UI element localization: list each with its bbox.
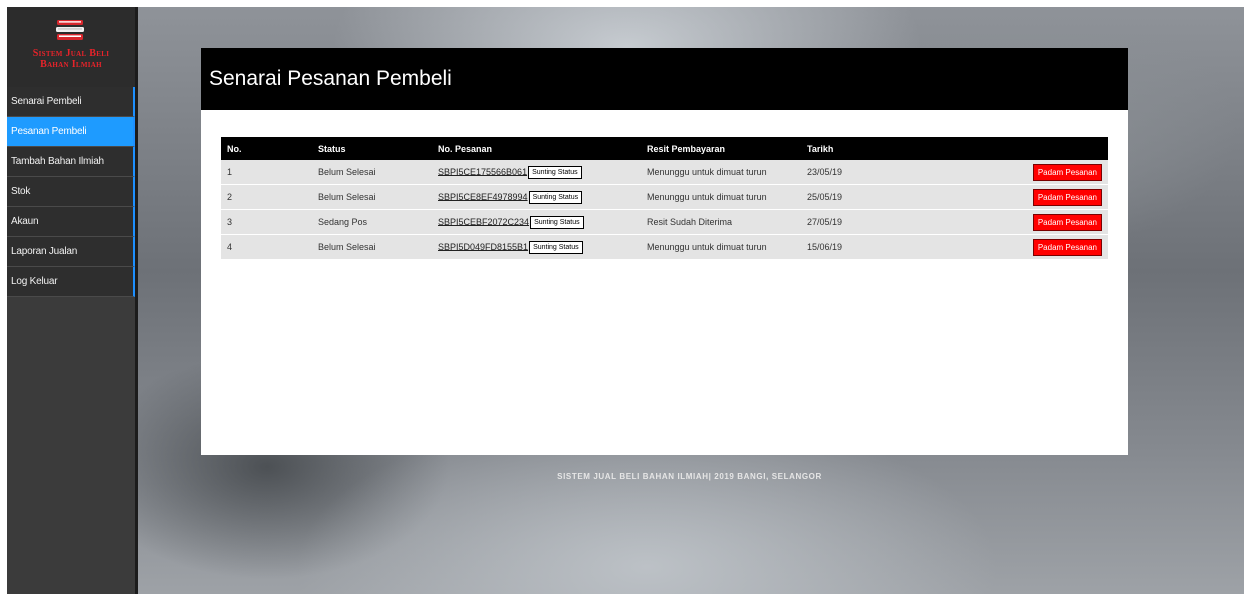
brand-name: Sistem Jual Beli Bahan Ilmiah — [7, 48, 135, 70]
table-row: 2 Belum Selesai SBPI5CE8EF4978994 Sunting… — [221, 184, 1108, 210]
cell-no: 4 — [221, 234, 312, 260]
table-row: 1 Belum Selesai SBPI5CE175566B061 Sunting… — [221, 160, 1108, 185]
column-header-no: No. — [221, 137, 312, 160]
cell-actions: Padam Pesanan — [923, 234, 1108, 260]
cell-actions: Padam Pesanan — [923, 184, 1108, 210]
cell-receipt: Menunggu untuk dimuat turun — [641, 234, 801, 260]
sidebar: Sistem Jual Beli Bahan Ilmiah Senarai Pe… — [7, 7, 138, 594]
cell-receipt: Menunggu untuk dimuat turun — [641, 160, 801, 185]
cell-date: 25/05/19 — [801, 184, 923, 210]
cell-date: 23/05/19 — [801, 160, 923, 185]
books-stack-icon — [56, 20, 84, 40]
app-background: Sistem Jual Beli Bahan Ilmiah Senarai Pe… — [7, 7, 1244, 594]
edit-status-button[interactable]: Sunting Status — [528, 190, 583, 204]
cell-status: Belum Selesai — [312, 234, 432, 260]
sidebar-item-log-keluar[interactable]: Log Keluar — [7, 267, 135, 297]
delete-order-button[interactable]: Padam Pesanan — [1032, 238, 1102, 256]
sidebar-item-pesanan-pembeli[interactable]: Pesanan Pembeli — [7, 117, 135, 147]
cell-date: 15/06/19 — [801, 234, 923, 260]
column-header-order-no: No. Pesanan — [432, 137, 641, 160]
delete-order-button[interactable]: Padam Pesanan — [1032, 213, 1102, 231]
cell-status: Sedang Pos — [312, 209, 432, 235]
cell-no: 2 — [221, 184, 312, 210]
order-no-link[interactable]: SBPI5CE175566B061 — [438, 166, 527, 176]
sidebar-item-senarai-pembeli[interactable]: Senarai Pembeli — [7, 87, 135, 117]
cell-order-no: SBPI5CE8EF4978994 Sunting Status — [432, 184, 641, 210]
cell-status: Belum Selesai — [312, 184, 432, 210]
table-row: 4 Belum Selesai SBPI5D049FD8155B1 Sunting… — [221, 234, 1108, 260]
page-title: Senarai Pesanan Pembeli — [201, 48, 1128, 110]
cell-order-no: SBPI5CE175566B061 Sunting Status — [432, 160, 641, 185]
delete-order-button[interactable]: Padam Pesanan — [1032, 188, 1102, 206]
cell-receipt: Resit Sudah Diterima — [641, 209, 801, 235]
orders-panel: Senarai Pesanan Pembeli No. Status No. P… — [201, 48, 1128, 455]
orders-table: No. Status No. Pesanan Resit Pembayaran … — [221, 137, 1108, 260]
cell-actions: Padam Pesanan — [923, 209, 1108, 235]
footer-text: SISTEM JUAL BELI BAHAN ILMIAH| 2019 BANG… — [557, 472, 822, 481]
order-no-link[interactable]: SBPI5CEBF2072C234 — [438, 216, 529, 226]
sidebar-item-akaun[interactable]: Akaun — [7, 207, 135, 237]
table-row: 3 Sedang Pos SBPI5CEBF2072C234 Sunting St… — [221, 209, 1108, 235]
order-no-link[interactable]: SBPI5CE8EF4978994 — [438, 191, 528, 201]
table-header-row: No. Status No. Pesanan Resit Pembayaran … — [221, 137, 1108, 160]
cell-no: 3 — [221, 209, 312, 235]
sidebar-nav: Senarai Pembeli Pesanan Pembeli Tambah B… — [7, 87, 135, 297]
delete-order-button[interactable]: Padam Pesanan — [1032, 163, 1102, 181]
cell-order-no: SBPI5CEBF2072C234 Sunting Status — [432, 209, 641, 235]
edit-status-button[interactable]: Sunting Status — [530, 215, 584, 229]
column-header-receipt: Resit Pembayaran — [641, 137, 801, 160]
sidebar-item-laporan-jualan[interactable]: Laporan Jualan — [7, 237, 135, 267]
brand-line-2: Bahan Ilmiah — [40, 59, 102, 70]
cell-status: Belum Selesai — [312, 160, 432, 185]
column-header-date: Tarikh — [801, 137, 923, 160]
cell-receipt: Menunggu untuk dimuat turun — [641, 184, 801, 210]
order-no-link[interactable]: SBPI5D049FD8155B1 — [438, 241, 528, 251]
sidebar-item-tambah-bahan-ilmiah[interactable]: Tambah Bahan Ilmiah — [7, 147, 135, 177]
cell-actions: Padam Pesanan — [923, 160, 1108, 185]
brand-line-1: Sistem Jual Beli — [32, 48, 110, 59]
brand-logo[interactable]: Sistem Jual Beli Bahan Ilmiah — [7, 7, 135, 87]
column-header-actions — [923, 137, 1108, 160]
cell-no: 1 — [221, 160, 312, 185]
cell-date: 27/05/19 — [801, 209, 923, 235]
column-header-status: Status — [312, 137, 432, 160]
edit-status-button[interactable]: Sunting Status — [528, 165, 582, 179]
cell-order-no: SBPI5D049FD8155B1 Sunting Status — [432, 234, 641, 260]
edit-status-button[interactable]: Sunting Status — [529, 240, 583, 254]
sidebar-item-stok[interactable]: Stok — [7, 177, 135, 207]
